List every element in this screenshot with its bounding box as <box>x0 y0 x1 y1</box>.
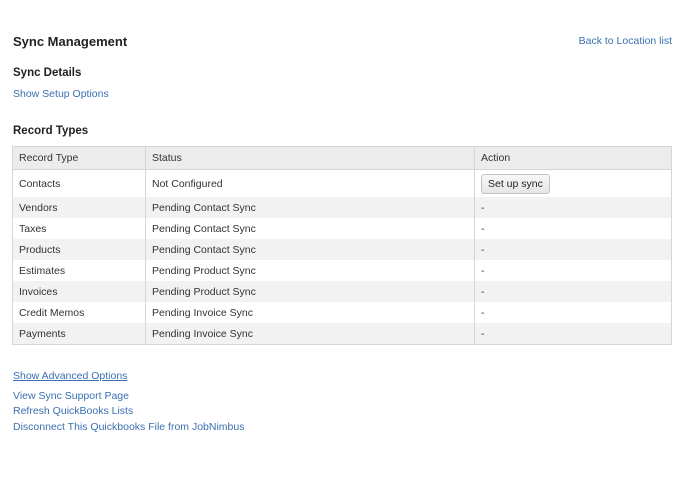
action-cell: - <box>474 239 672 260</box>
action-cell: - <box>474 302 672 323</box>
table-row-invoices: Invoices Pending Product Sync - <box>12 281 672 302</box>
record-type-cell: Payments <box>12 323 146 345</box>
back-to-location-list-link[interactable]: Back to Location list <box>579 35 672 47</box>
status-cell: Pending Product Sync <box>145 281 475 302</box>
record-type-cell: Contacts <box>12 169 146 197</box>
status-cell: Pending Contact Sync <box>145 239 475 260</box>
column-header-status: Status <box>145 146 475 170</box>
table-row-products: Products Pending Contact Sync - <box>12 239 672 260</box>
page-title: Sync Management <box>13 34 128 49</box>
action-cell: Set up sync <box>474 169 672 197</box>
table-row-contacts: Contacts Not Configured Set up sync <box>12 169 672 197</box>
table-row-taxes: Taxes Pending Contact Sync - <box>12 218 672 239</box>
set-up-sync-button[interactable]: Set up sync <box>481 173 550 194</box>
table-row-credit-memos: Credit Memos Pending Invoice Sync - <box>12 302 672 323</box>
status-cell: Pending Contact Sync <box>145 218 475 239</box>
status-cell: Pending Invoice Sync <box>145 302 475 323</box>
show-setup-options-link[interactable]: Show Setup Options <box>13 88 109 100</box>
action-cell: - <box>474 323 672 345</box>
record-types-title: Record Types <box>13 125 89 137</box>
record-type-cell: Taxes <box>12 218 146 239</box>
record-type-cell: Estimates <box>12 260 146 281</box>
action-cell: - <box>474 197 672 218</box>
action-cell: - <box>474 260 672 281</box>
show-advanced-options-link[interactable]: Show Advanced Options <box>13 370 127 382</box>
table-row-payments: Payments Pending Invoice Sync - <box>12 323 672 345</box>
status-cell: Pending Contact Sync <box>145 197 475 218</box>
refresh-quickbooks-lists-link[interactable]: Refresh QuickBooks Lists <box>13 405 133 417</box>
disconnect-quickbooks-file-link[interactable]: Disconnect This Quickbooks File from Job… <box>13 421 244 433</box>
status-cell: Pending Product Sync <box>145 260 475 281</box>
action-cell: - <box>474 281 672 302</box>
table-row-estimates: Estimates Pending Product Sync - <box>12 260 672 281</box>
record-type-cell: Invoices <box>12 281 146 302</box>
column-header-record-type: Record Type <box>12 146 146 170</box>
record-types-table: Record Type Status Action Contacts Not C… <box>12 146 672 345</box>
table-header-row: Record Type Status Action <box>12 146 672 170</box>
status-cell: Pending Invoice Sync <box>145 323 475 345</box>
status-cell: Not Configured <box>145 169 475 197</box>
view-sync-support-page-link[interactable]: View Sync Support Page <box>13 390 129 402</box>
sync-details-title: Sync Details <box>13 67 82 79</box>
record-type-cell: Vendors <box>12 197 146 218</box>
record-type-cell: Products <box>12 239 146 260</box>
column-header-action: Action <box>474 146 672 170</box>
record-type-cell: Credit Memos <box>12 302 146 323</box>
action-cell: - <box>474 218 672 239</box>
table-row-vendors: Vendors Pending Contact Sync - <box>12 197 672 218</box>
